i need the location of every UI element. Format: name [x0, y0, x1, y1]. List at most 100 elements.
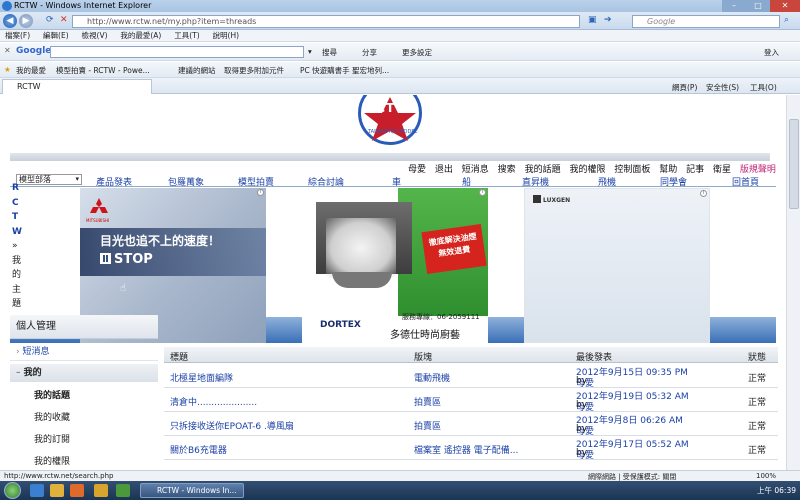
search-input[interactable]: Google — [632, 15, 780, 28]
google-more-button[interactable]: 更多設定 — [402, 47, 432, 58]
menu-view[interactable]: 檢視(V) — [77, 30, 113, 42]
thread-forum-link[interactable]: 拍賣區 — [414, 419, 441, 432]
app-taskbar-icon[interactable] — [116, 484, 130, 497]
status-bar: http://www.rctw.net/search.php 網際網路 | 受保… — [0, 470, 800, 481]
ad-banner-dortex[interactable]: 徹底解決油煙 無效退費 DORTEX 服務專線：06-2059111 多德仕時尚… — [302, 188, 488, 343]
ad-banner-luxgen[interactable]: LUXGEN i — [524, 188, 710, 343]
my-topics-vertical-link[interactable]: R C T W » 我 的 主 題 — [12, 181, 22, 312]
zoom-level[interactable]: 100% — [756, 472, 776, 480]
ad-info-icon[interactable]: i — [479, 189, 486, 196]
cat-plane[interactable]: 飛機 — [598, 175, 616, 188]
sidebar-sub-favorites[interactable]: 我的收藏 — [34, 410, 70, 423]
media-taskbar-icon[interactable] — [70, 484, 84, 497]
thread-title-link[interactable]: 清倉中..................... — [170, 395, 257, 408]
thread-title-link[interactable]: 只拆接收送你EPOAT-6 .導風扇 — [170, 419, 294, 432]
scrollbar-thumb[interactable] — [789, 119, 799, 209]
cat-alumni[interactable]: 同學會 — [660, 175, 687, 188]
thread-status: 正常 — [748, 398, 767, 408]
sidebar-sub-permissions[interactable]: 我的權限 — [34, 454, 70, 467]
cat-auction[interactable]: 模型拍賣 — [238, 175, 274, 188]
site-logo[interactable]: RCTW TAIWAN R/C MODEL — [352, 95, 428, 157]
page-content: RCTW TAIWAN R/C MODEL 母愛 退出 短消息 搜索 我的話題 … — [0, 95, 786, 470]
tab-rctw[interactable]: RCTW — [2, 79, 152, 94]
bullet-icon: › — [16, 347, 20, 357]
page-scrollbar[interactable] — [786, 95, 800, 470]
compat-view-icon[interactable]: ▣ — [588, 15, 597, 25]
page-menu[interactable]: 網頁(P) — [672, 82, 697, 93]
status-url: http://www.rctw.net/search.php — [4, 472, 114, 480]
forward-button[interactable]: ▶ — [19, 14, 33, 28]
google-search-button[interactable]: 搜尋 — [322, 47, 337, 58]
fav-item-pc[interactable]: PC 快遊購書手 聖宏地列... — [300, 65, 389, 76]
back-button[interactable]: ◀ — [3, 14, 17, 28]
cat-general[interactable]: 綜合討論 — [308, 175, 344, 188]
col-title[interactable]: 標題 — [170, 350, 188, 363]
ad2-phone: 服務專線：06-2059111 — [402, 313, 480, 321]
safety-menu[interactable]: 安全性(S) — [706, 82, 739, 93]
col-status[interactable]: 狀態 — [748, 350, 766, 363]
explorer-taskbar-icon[interactable] — [50, 484, 64, 497]
sidebar-sub-subscriptions[interactable]: 我的訂閱 — [34, 432, 70, 445]
thread-status: 正常 — [748, 446, 767, 456]
ie-taskbar-icon[interactable] — [30, 484, 44, 497]
col-forum[interactable]: 版塊 — [414, 350, 432, 363]
google-login-link[interactable]: 登入 — [764, 47, 779, 58]
taskbar-task-ie[interactable]: RCTW - Windows In... — [140, 483, 244, 498]
dropdown-icon[interactable]: ▾ — [308, 47, 312, 56]
folder-taskbar-icon[interactable] — [94, 484, 108, 497]
cat-heli[interactable]: 直昇機 — [522, 175, 549, 188]
google-search-input[interactable] — [50, 46, 304, 58]
menu-tools[interactable]: 工具(T) — [169, 30, 204, 42]
collapse-icon: – — [16, 368, 21, 378]
sidebar-sub-my-topics[interactable]: 我的話題 — [34, 388, 70, 401]
thread-forum-link[interactable]: 拍賣區 — [414, 395, 441, 408]
toolbar-close-icon[interactable]: ✕ — [4, 46, 11, 55]
cat-car[interactable]: 車 — [392, 175, 401, 188]
go-icon[interactable]: ➔ — [604, 15, 612, 25]
refresh-icon[interactable]: ⟳ — [46, 15, 54, 25]
fav-item-suggested[interactable]: 建議的網站 — [178, 65, 216, 76]
fav-item-addons[interactable]: 取得更多附加元件 — [224, 65, 284, 76]
address-input[interactable]: http://www.rctw.net/my.php?item=threads — [72, 15, 580, 28]
favorites-button[interactable]: 我的最愛 — [16, 65, 46, 76]
ad-info-icon[interactable]: i — [700, 190, 707, 197]
maximize-button[interactable]: □ — [746, 0, 770, 12]
thread-title-link[interactable]: 北極星地面編隊 — [170, 371, 233, 384]
ad1-stop: STOP — [100, 252, 153, 267]
tools-menu[interactable]: 工具(O) — [750, 82, 777, 93]
cat-home[interactable]: 回首頁 — [732, 175, 759, 188]
cat-misc[interactable]: 包羅萬象 — [168, 175, 204, 188]
table-header: 標題 版塊 最後發表 狀態 — [164, 347, 778, 363]
stop-icon[interactable]: ✕ — [60, 15, 68, 25]
ad2-shop-name: 多德仕時尚廚藝 — [390, 330, 460, 341]
thread-forum-link[interactable]: 電動飛機 — [414, 371, 450, 384]
sidebar-item-mine[interactable]: – 我的 — [10, 364, 158, 382]
clock[interactable]: 上午 06:39 — [757, 485, 796, 496]
google-share-button[interactable]: 分享 — [362, 47, 377, 58]
table-row: 關於B6充電器 檔案室 遙控器 電子配備... 2012年9月17日 05:52… — [164, 436, 778, 461]
close-button[interactable]: ✕ — [770, 0, 800, 12]
fav-item-auction[interactable]: 模型拍賣 - RCTW - Powe... — [56, 65, 150, 76]
pause-icon — [100, 253, 111, 264]
menu-edit[interactable]: 編輯(E) — [38, 30, 74, 42]
ad-info-icon[interactable]: i — [257, 189, 264, 196]
thread-forum-link[interactable]: 檔案室 遙控器 電子配備... — [414, 443, 518, 456]
col-last-post[interactable]: 最後發表 — [576, 350, 612, 363]
star-icon: ★ — [4, 65, 11, 74]
minimize-button[interactable]: – — [722, 0, 746, 12]
sidebar-item-messages[interactable]: › 短消息 — [10, 343, 158, 361]
mitsubishi-logo-icon — [90, 198, 108, 213]
cat-products[interactable]: 產品發表 — [96, 175, 132, 188]
search-icon[interactable]: ⌕ — [784, 15, 789, 25]
start-button[interactable] — [4, 482, 21, 499]
steam-image — [326, 218, 396, 278]
google-toolbar: ✕ Google ▾ 搜尋 分享 更多設定 登入 — [0, 43, 800, 61]
menu-file[interactable]: 檔案(F) — [0, 30, 35, 42]
window-title: RCTW - Windows Internet Explorer — [14, 1, 152, 10]
cat-boat[interactable]: 船 — [462, 175, 471, 188]
thread-title-link[interactable]: 關於B6充電器 — [170, 443, 227, 456]
menu-favorites[interactable]: 我的最愛(A) — [115, 30, 166, 42]
menu-help[interactable]: 說明(H) — [208, 30, 245, 42]
thread-by: by 母愛 — [576, 448, 595, 461]
category-select[interactable]: 模型部落 — [16, 174, 82, 185]
